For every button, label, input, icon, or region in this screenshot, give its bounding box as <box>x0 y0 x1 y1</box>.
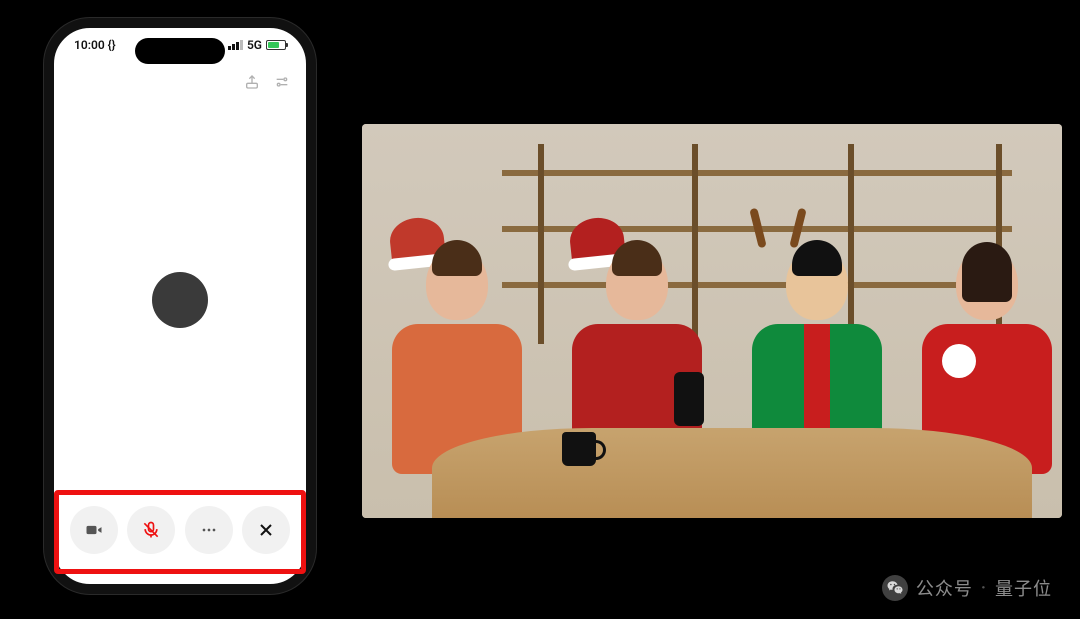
watermark-name: 量子位 <box>995 575 1052 601</box>
head <box>956 248 1018 320</box>
head <box>786 248 848 320</box>
table <box>432 428 1032 518</box>
close-button[interactable] <box>242 506 290 554</box>
status-right: 5G <box>228 38 286 52</box>
head <box>426 248 488 320</box>
battery-icon <box>266 40 286 50</box>
head <box>606 248 668 320</box>
watermark-prefix: 公众号 <box>916 575 973 601</box>
voice-indicator-dot <box>152 272 208 328</box>
mug <box>562 432 596 466</box>
more-button[interactable] <box>185 506 233 554</box>
network-label: 5G <box>247 38 262 52</box>
top-action-icons <box>244 74 290 94</box>
held-phone <box>674 372 704 426</box>
share-icon[interactable] <box>244 74 260 94</box>
dynamic-island <box>135 38 225 64</box>
watermark: 公众号 · 量子位 <box>882 575 1052 601</box>
call-controls <box>54 492 306 570</box>
antlers-icon <box>748 206 808 248</box>
signal-icon <box>228 40 243 50</box>
video-frame <box>362 124 1062 518</box>
sliders-icon[interactable] <box>274 74 290 94</box>
mic-mute-button[interactable] <box>127 506 175 554</box>
shelf <box>502 170 1012 176</box>
phone-mockup: 10:00 {} 5G <box>44 18 316 594</box>
wechat-icon <box>882 575 908 601</box>
separator: · <box>981 578 987 599</box>
shelf-post <box>538 144 544 344</box>
status-time: 10:00 {} <box>74 38 116 52</box>
video-button[interactable] <box>70 506 118 554</box>
